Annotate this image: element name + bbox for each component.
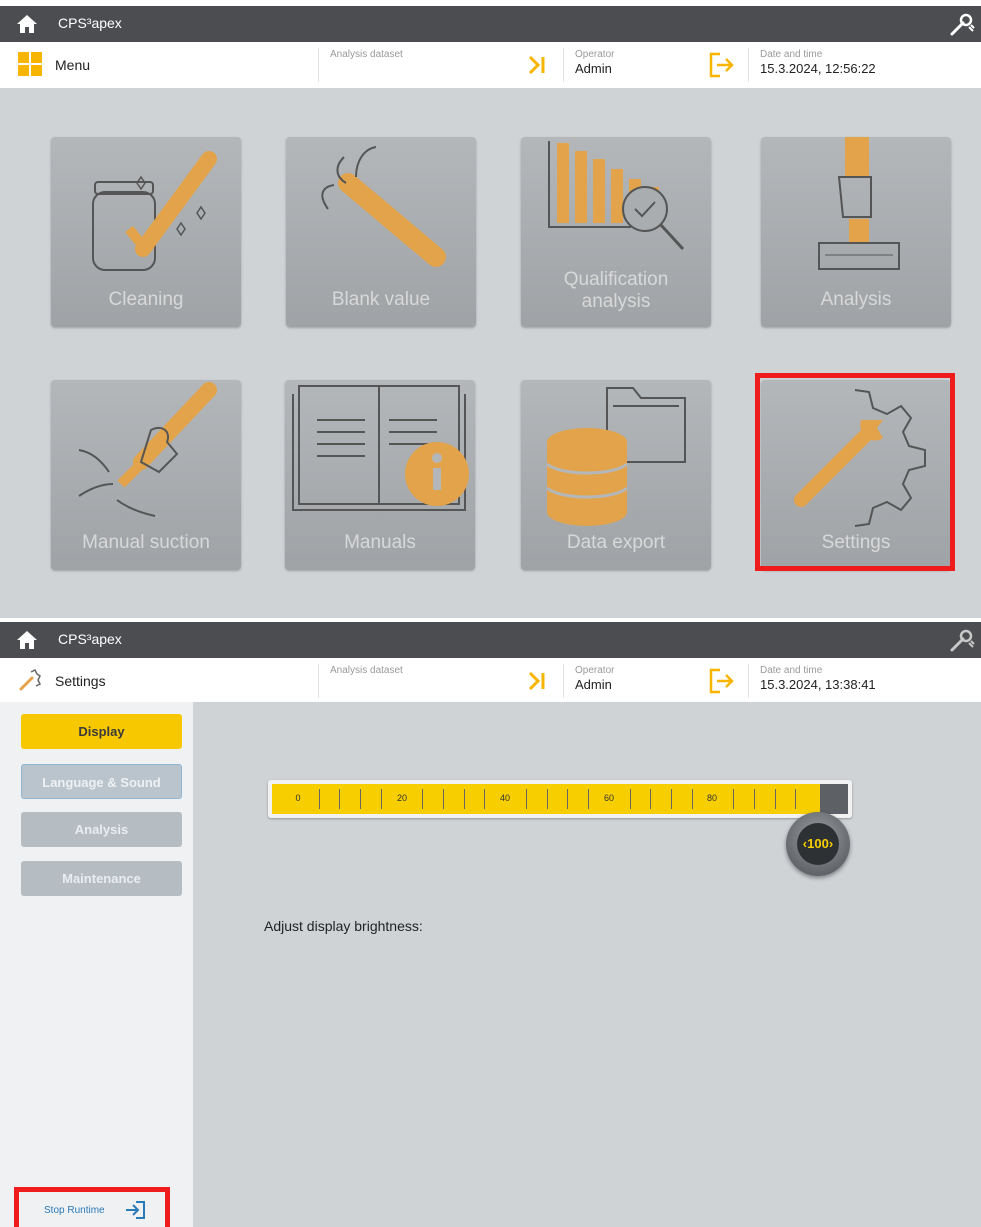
tile-label: Cleaning: [108, 289, 184, 310]
page-title: Menu: [55, 57, 91, 73]
slider-tick: [733, 789, 734, 809]
brightness-label: Adjust display brightness:: [264, 918, 423, 934]
title-bar: CPS³apex: [0, 6, 981, 42]
slider-tick: [464, 789, 465, 809]
tile-label: Blank value: [331, 289, 431, 310]
skip-to-end-icon[interactable]: [527, 54, 547, 76]
analysis-tile[interactable]: Analysis: [761, 137, 951, 327]
slider-tick-label: 60: [603, 793, 614, 803]
skip-to-end-icon[interactable]: [527, 670, 547, 692]
tools-icon[interactable]: [949, 627, 975, 653]
title-bar: CPS³apex: [0, 622, 981, 658]
settings-tile[interactable]: Settings: [761, 380, 951, 570]
home-icon[interactable]: [16, 630, 38, 650]
operator-value: Admin: [575, 677, 612, 692]
wrench-gear-icon: [19, 668, 42, 691]
sidebar-item-maintenance[interactable]: Maintenance: [21, 861, 182, 896]
stop-runtime-label: Stop Runtime: [44, 1205, 105, 1216]
logout-icon[interactable]: [708, 667, 736, 695]
divider: [748, 664, 749, 698]
datetime-value: 15.3.2024, 13:38:41: [760, 677, 876, 692]
slider-tick-label: 40: [499, 793, 510, 803]
home-icon[interactable]: [16, 14, 38, 34]
slider-tick: [443, 789, 444, 809]
divider: [563, 664, 564, 698]
slider-tick: [339, 789, 340, 809]
page-title: Settings: [55, 673, 106, 689]
tile-label: Qualification analysis: [563, 269, 669, 312]
divider: [318, 664, 319, 698]
slider-tick-label: 0: [295, 793, 301, 803]
slider-tick: [319, 789, 320, 809]
tools-icon[interactable]: [949, 11, 975, 37]
slider-tick: [547, 789, 548, 809]
slider-tick: [671, 789, 672, 809]
sidebar-item-language-sound[interactable]: Language & Sound: [21, 764, 182, 799]
brightness-value: 100: [807, 836, 829, 851]
manual-suction-tile[interactable]: Manual suction: [51, 380, 241, 570]
slider-tick: [567, 789, 568, 809]
datetime-label: Date and time: [760, 49, 823, 60]
slider-tick: [754, 789, 755, 809]
datetime-label: Date and time: [760, 665, 823, 676]
slider-tick: [422, 789, 423, 809]
slider-tick: [381, 789, 382, 809]
slider-tick: [775, 789, 776, 809]
brightness-value-display: ‹100›: [797, 823, 839, 865]
info-bar: Menu Analysis dataset Operator Admin Dat…: [0, 42, 981, 89]
tile-label: Data export: [566, 532, 666, 553]
brightness-slider[interactable]: 0 20 40 60 80: [268, 780, 852, 818]
manuals-tile[interactable]: Manuals: [285, 380, 475, 570]
tile-label: Manual suction: [82, 532, 210, 553]
slider-tick: [795, 789, 796, 809]
info-bar: Settings Analysis dataset Operator Admin…: [0, 658, 981, 705]
blank-value-tile[interactable]: Blank value: [286, 137, 476, 327]
qualification-analysis-tile[interactable]: Qualification analysis: [521, 137, 711, 327]
operator-label: Operator: [575, 49, 615, 60]
stop-runtime-button[interactable]: Stop Runtime: [44, 1205, 105, 1216]
app-title: CPS³apex: [58, 15, 122, 31]
sidebar-item-analysis[interactable]: Analysis: [21, 812, 182, 847]
tile-label: Settings: [821, 532, 891, 553]
slider-track-remainder: [820, 784, 848, 814]
slider-tick: [692, 789, 693, 809]
slider-tick: [650, 789, 651, 809]
exit-runtime-icon[interactable]: [124, 1200, 146, 1220]
divider: [748, 48, 749, 82]
slider-fill: [272, 784, 820, 814]
divider: [318, 48, 319, 82]
operator-label: Operator: [575, 665, 615, 676]
datetime-value: 15.3.2024, 12:56:22: [760, 61, 876, 76]
settings-sidebar: Display Language & Sound Analysis Mainte…: [0, 702, 193, 1227]
sidebar-item-display[interactable]: Display: [21, 714, 182, 749]
operator-value: Admin: [575, 61, 612, 76]
divider: [563, 48, 564, 82]
slider-tick: [484, 789, 485, 809]
brightness-knob[interactable]: ‹100›: [786, 812, 850, 876]
slider-tick-label: 20: [396, 793, 407, 803]
analysis-dataset-label: Analysis dataset: [330, 49, 403, 60]
logout-icon[interactable]: [708, 51, 736, 79]
cleaning-tile[interactable]: Cleaning: [51, 137, 241, 327]
slider-tick: [630, 789, 631, 809]
slider-tick: [588, 789, 589, 809]
slider-tick-label: 80: [706, 793, 717, 803]
slider-tick: [526, 789, 527, 809]
app-title: CPS³apex: [58, 631, 122, 647]
slider-tick: [360, 789, 361, 809]
tile-label: Analysis: [820, 289, 892, 310]
tile-label: Manuals: [344, 532, 416, 553]
analysis-dataset-label: Analysis dataset: [330, 665, 403, 676]
menu-grid-icon: [18, 52, 42, 76]
chevron-right-icon: ›: [828, 836, 834, 851]
data-export-tile[interactable]: Data export: [521, 380, 711, 570]
